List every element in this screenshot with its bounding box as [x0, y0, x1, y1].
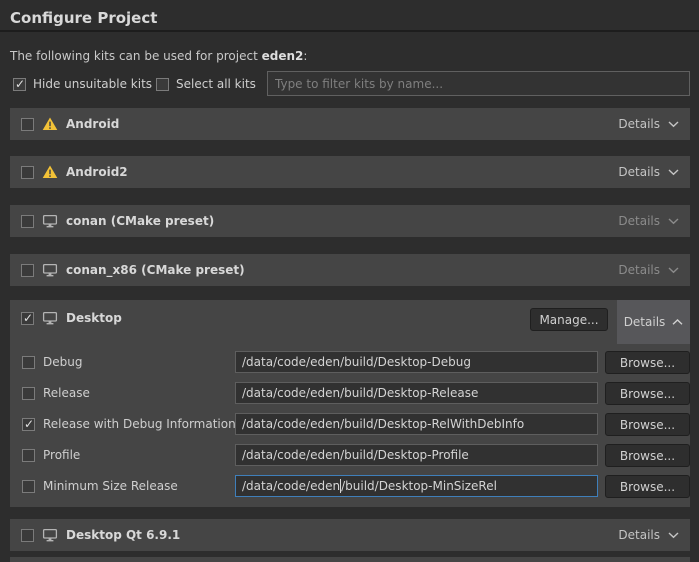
build-config-row-minsizerel: Minimum Size Release /data/code/eden/bui… [10, 475, 690, 497]
kit-name: Android [66, 117, 119, 131]
kit-checkbox[interactable] [21, 166, 34, 179]
details-label: Details [618, 214, 660, 228]
chevron-down-icon [668, 532, 679, 539]
build-config-row-debug: Debug Browse... [10, 351, 690, 373]
checkbox-checked-icon[interactable] [13, 78, 26, 91]
build-dir-field-relwithdebinfo[interactable] [235, 413, 598, 435]
details-label: Details [618, 117, 660, 131]
build-dir-field-debug[interactable] [235, 351, 598, 373]
details-button[interactable]: Details [618, 117, 679, 131]
details-label: Details [618, 263, 660, 277]
chevron-down-icon [668, 169, 679, 176]
details-button-expanded[interactable]: Details [617, 300, 690, 344]
kit-filter-input[interactable] [267, 71, 690, 96]
kit-row-desktop[interactable]: Desktop [21, 311, 122, 325]
config-label: Minimum Size Release [43, 479, 178, 493]
config-label: Release [43, 386, 90, 400]
page-title: Configure Project [10, 9, 157, 27]
build-config-row-profile: Profile Browse... [10, 444, 690, 466]
browse-button[interactable]: Browse... [605, 351, 690, 374]
chevron-down-icon [668, 267, 679, 274]
config-label: Debug [43, 355, 82, 369]
chevron-up-icon [672, 319, 683, 326]
kit-name: Desktop Qt 6.9.1 [66, 528, 180, 542]
details-button[interactable]: Details [618, 165, 679, 179]
details-label: Details [618, 165, 660, 179]
details-label: Details [618, 528, 660, 542]
build-config-row-relwithdebinfo: Release with Debug Information Browse... [10, 413, 690, 435]
kit-checkbox[interactable] [21, 118, 34, 131]
select-all-kits-checkbox[interactable]: Select all kits [156, 77, 256, 91]
desktop-icon [42, 528, 58, 542]
warning-icon [42, 117, 58, 131]
kit-row-android[interactable]: Android Details [10, 108, 690, 140]
config-checkbox[interactable] [22, 449, 35, 462]
browse-button[interactable]: Browse... [605, 475, 690, 498]
kit-name: conan_x86 (CMake preset) [66, 263, 245, 277]
config-checkbox[interactable] [22, 356, 35, 369]
kit-row-desktop-qt-691[interactable]: Desktop Qt 6.9.1 Details [10, 519, 690, 551]
kit-checkbox[interactable] [21, 529, 34, 542]
build-dir-field-release[interactable] [235, 382, 598, 404]
chevron-down-icon [668, 218, 679, 225]
kit-row-android2[interactable]: Android2 Details [10, 156, 690, 188]
desktop-icon [42, 311, 58, 325]
kit-name: conan (CMake preset) [66, 214, 214, 228]
warning-icon [42, 165, 58, 179]
config-checkbox[interactable] [22, 480, 35, 493]
project-name: eden2 [262, 49, 304, 63]
hide-unsuitable-kits-label: Hide unsuitable kits [33, 77, 152, 91]
intro-prefix: The following kits can be used for proje… [10, 49, 262, 63]
field-text-after-caret: /build/Desktop-MinSizeRel [341, 479, 497, 493]
checkbox-unchecked-icon[interactable] [156, 78, 169, 91]
desktop-icon [42, 214, 58, 228]
config-label: Profile [43, 448, 80, 462]
kit-name: Android2 [66, 165, 128, 179]
intro-suffix: : [303, 49, 307, 63]
manage-button[interactable]: Manage... [530, 308, 608, 331]
kit-row-partial [10, 557, 690, 562]
chevron-down-icon [668, 121, 679, 128]
desktop-icon [42, 263, 58, 277]
kit-panel-desktop: Desktop Manage... Details Debug Browse..… [10, 300, 690, 507]
kit-checkbox[interactable] [21, 215, 34, 228]
hide-unsuitable-kits-checkbox[interactable]: Hide unsuitable kits [13, 77, 152, 91]
config-checkbox[interactable] [22, 387, 35, 400]
title-separator [0, 30, 699, 32]
kit-row-conan-x86[interactable]: conan_x86 (CMake preset) Details [10, 254, 690, 286]
details-button[interactable]: Details [618, 263, 679, 277]
details-label: Details [624, 315, 666, 329]
browse-button[interactable]: Browse... [605, 444, 690, 467]
details-button[interactable]: Details [618, 214, 679, 228]
select-all-kits-label: Select all kits [176, 77, 256, 91]
build-config-row-release: Release Browse... [10, 382, 690, 404]
intro-text: The following kits can be used for proje… [10, 49, 307, 63]
kit-checkbox[interactable] [21, 264, 34, 277]
build-dir-field-profile[interactable] [235, 444, 598, 466]
browse-button[interactable]: Browse... [605, 382, 690, 405]
kit-checkbox[interactable] [21, 312, 34, 325]
kit-row-conan[interactable]: conan (CMake preset) Details [10, 205, 690, 237]
build-dir-field-minsizerel-focused[interactable]: /data/code/eden/build/Desktop-MinSizeRel [235, 475, 598, 497]
browse-button[interactable]: Browse... [605, 413, 690, 436]
field-text-before-caret: /data/code/eden [242, 479, 340, 493]
config-checkbox[interactable] [22, 418, 35, 431]
kit-name: Desktop [66, 311, 122, 325]
details-button[interactable]: Details [618, 528, 679, 542]
config-label: Release with Debug Information [43, 417, 236, 431]
